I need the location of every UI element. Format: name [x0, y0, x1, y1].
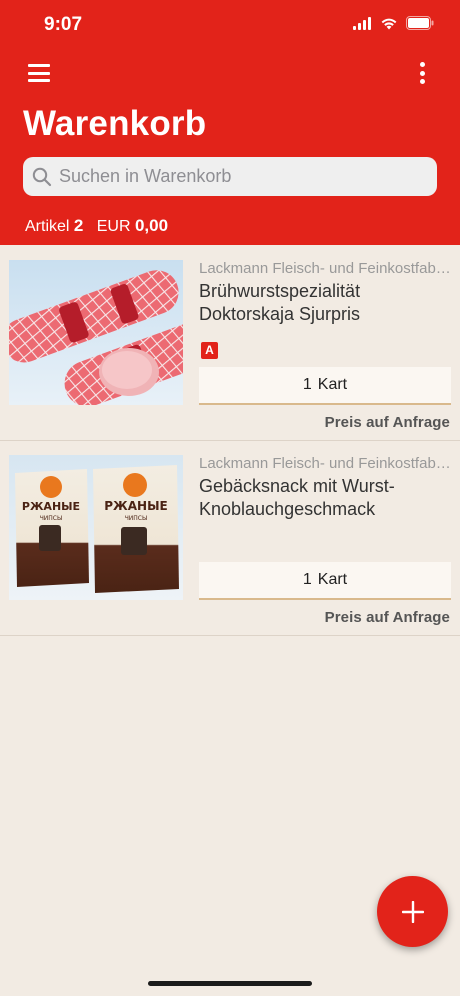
search-input[interactable] [57, 165, 421, 188]
product-name: Gebäcksnack mit Wurst-Knoblauchgeschmack [199, 476, 395, 519]
package-text: РЖАНЫЕ [22, 500, 80, 513]
cart-item[interactable]: Lackmann Fleisch- und Feinkostfabrik Brü… [0, 246, 460, 441]
plus-icon [401, 900, 424, 923]
quantity-unit: Kart [317, 376, 348, 393]
cart-total: 0,00 [134, 216, 169, 235]
package-subtext: ЧИПСЫ [125, 515, 148, 522]
articles-label: Artikel [25, 218, 70, 235]
quantity-unit: Kart [317, 571, 348, 588]
price-label: Preis auf Anfrage [324, 414, 450, 431]
currency-label: EUR [96, 218, 131, 235]
home-indicator [148, 981, 312, 986]
package-subtext: ЧИПСЫ [40, 515, 63, 522]
cart-item[interactable]: РЖАНЫЕ ЧИПСЫ РЖАНЫЕ ЧИПСЫ Lackmann Fleis… [0, 441, 460, 636]
hamburger-icon[interactable] [28, 64, 50, 82]
cart-summary: Artikel 2 EUR 0,00 [25, 216, 168, 236]
status-icons [353, 16, 434, 30]
supplier-name: Lackmann Fleisch- und Feinkostfabrik [199, 455, 451, 472]
quantity-value: 1 [302, 376, 312, 393]
product-image[interactable]: РЖАНЫЕ ЧИПСЫ РЖАНЫЕ ЧИПСЫ [9, 455, 183, 600]
product-name: Brühwurstspezialität Doktorskaja Sjurpri… [199, 281, 361, 324]
product-image[interactable] [9, 260, 183, 405]
more-vertical-icon[interactable] [420, 62, 426, 84]
signal-icon [353, 16, 371, 30]
supplier-name: Lackmann Fleisch- und Feinkostfabrik [199, 260, 451, 277]
add-button[interactable] [377, 876, 448, 947]
articles-count: 2 [73, 216, 84, 235]
quantity-value: 1 [302, 571, 312, 588]
search-icon [32, 167, 52, 186]
app-header: 9:07 Warenkorb Artikel 2 E [0, 0, 460, 245]
package-text: РЖАНЫЕ [104, 499, 167, 513]
wifi-icon [381, 18, 397, 29]
quantity-field[interactable]: 1 Kart [199, 367, 451, 405]
quantity-field[interactable]: 1 Kart [199, 562, 451, 600]
status-time: 9:07 [44, 14, 83, 35]
battery-icon [406, 16, 434, 30]
page-title: Warenkorb [23, 104, 207, 143]
price-label: Preis auf Anfrage [324, 609, 450, 626]
product-badge: A [201, 342, 218, 359]
search-bar[interactable] [23, 157, 437, 196]
